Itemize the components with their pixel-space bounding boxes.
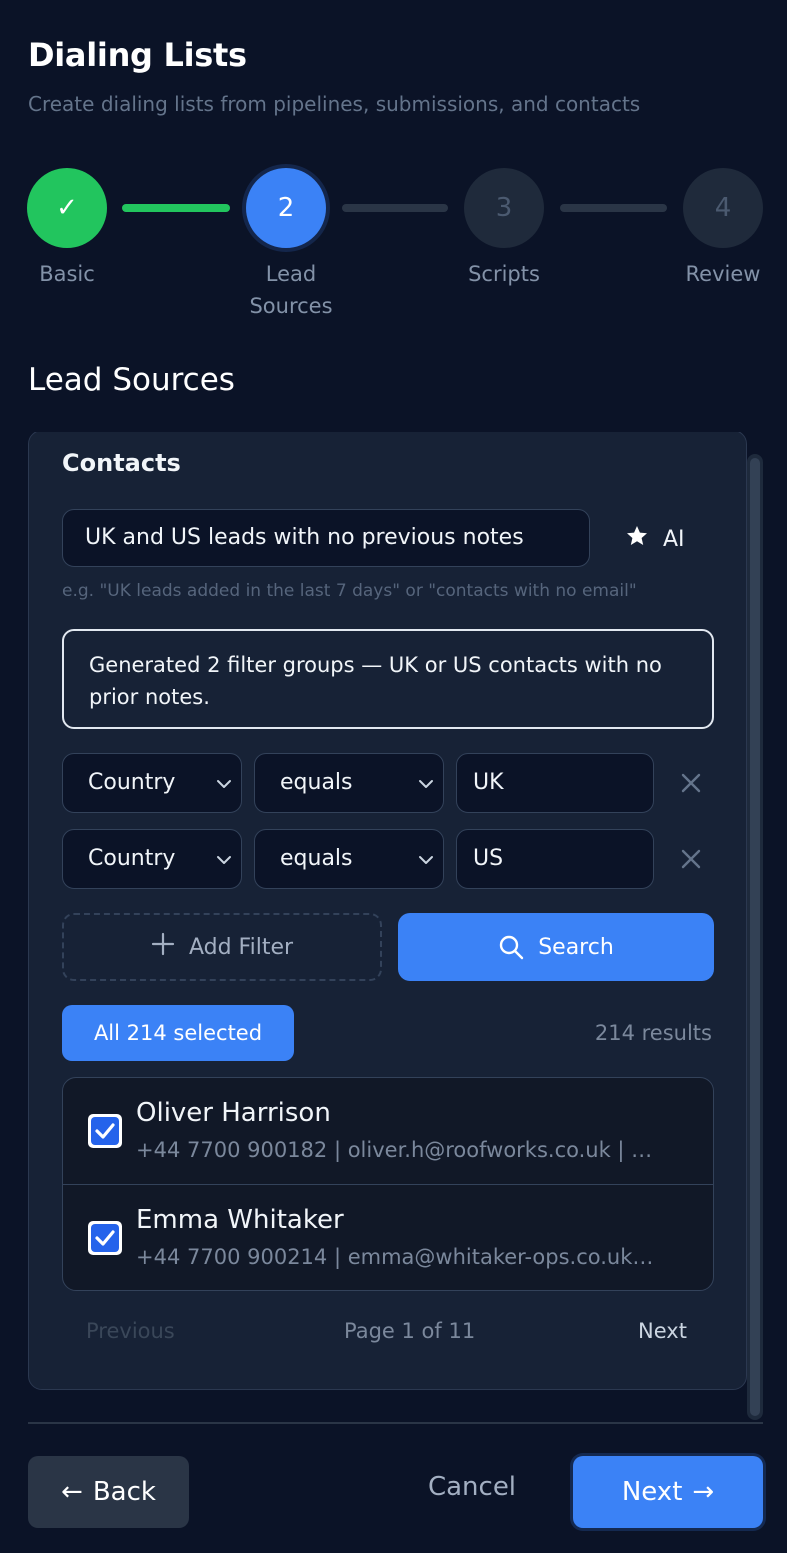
contact-detail: +44 7700 900182 | oliver.h@roofworks.co.… (136, 1138, 653, 1162)
chevron-down-icon (217, 780, 231, 788)
back-button[interactable]: ← Back (28, 1456, 189, 1528)
add-filter-label: Add Filter (188, 934, 294, 960)
footer-divider (28, 1422, 763, 1424)
stepper: ✓ 2 3 4 Basic Lead Sources Scripts Revie… (0, 0, 787, 330)
chevron-down-icon (419, 780, 433, 788)
step-number: 4 (714, 193, 732, 223)
filter-operator-select[interactable]: equals (254, 753, 444, 813)
step-basic-circle[interactable]: ✓ (27, 168, 107, 248)
ai-summary: Generated 2 filter groups — UK or US con… (62, 629, 714, 729)
step-connector-2 (342, 204, 448, 212)
step-scripts-circle[interactable]: 3 (464, 168, 544, 248)
section-title: Lead Sources (28, 362, 235, 398)
close-icon[interactable] (677, 769, 705, 797)
filter-field-value: Country (88, 846, 176, 871)
back-button-label: Back (92, 1477, 156, 1507)
star-icon (625, 524, 649, 554)
pager-previous-button[interactable]: Previous (86, 1319, 175, 1343)
step-number: 2 (277, 193, 295, 223)
contact-checkbox[interactable] (88, 1114, 122, 1148)
close-icon[interactable] (677, 845, 705, 873)
chevron-down-icon (217, 856, 231, 864)
step-label-basic: Basic (39, 262, 95, 286)
results-list: Oliver Harrison +44 7700 900182 | oliver… (62, 1077, 714, 1291)
checkbox-fill (91, 1224, 119, 1252)
ai-query-input[interactable]: UK and US leads with no previous notes (62, 509, 590, 567)
check-icon: ✓ (56, 193, 78, 223)
chevron-down-icon (419, 856, 433, 864)
filter-value-input[interactable]: UK (456, 753, 654, 813)
step-connector-1 (122, 204, 230, 212)
step-review-circle[interactable]: 4 (683, 168, 763, 248)
search-icon (500, 935, 524, 960)
filter-operator-value: equals (280, 770, 353, 795)
step-connector-3 (560, 204, 667, 212)
step-label-review: Review (685, 262, 761, 286)
search-button[interactable]: Search (398, 913, 714, 981)
plus-icon (151, 932, 175, 962)
ai-query-hint: e.g. "UK leads added in the last 7 days"… (62, 581, 637, 601)
scrollbar-thumb[interactable] (750, 458, 760, 1416)
arrow-right-icon: → (692, 1477, 715, 1507)
contact-checkbox[interactable] (88, 1221, 122, 1255)
step-lead-sources-circle[interactable]: 2 (246, 168, 326, 248)
filter-value-input[interactable]: US (456, 829, 654, 889)
filter-field-select[interactable]: Country (62, 753, 242, 813)
lead-sources-scroll-area: Contacts UK and US leads with no previou… (28, 432, 763, 1422)
filter-operator-select[interactable]: equals (254, 829, 444, 889)
contacts-card: Contacts UK and US leads with no previou… (28, 432, 747, 1390)
filter-field-value: Country (88, 770, 176, 795)
arrow-left-icon: ← (61, 1477, 83, 1507)
next-button[interactable]: Next → (573, 1456, 763, 1528)
results-count: 214 results (594, 1021, 712, 1045)
pager-page-indicator: Page 1 of 11 (344, 1319, 476, 1343)
step-number: 3 (495, 193, 513, 223)
filter-row: Country equals US (62, 829, 714, 889)
ai-button[interactable]: AI (625, 517, 685, 561)
filter-field-select[interactable]: Country (62, 829, 242, 889)
checkbox-fill (91, 1117, 119, 1145)
contact-detail: +44 7700 900214 | emma@whitaker-ops.co.u… (136, 1245, 654, 1269)
step-label-scripts: Scripts (468, 262, 540, 286)
list-item[interactable]: Oliver Harrison +44 7700 900182 | oliver… (63, 1078, 713, 1184)
step-label-lead-sources: Lead Sources (249, 262, 333, 318)
contact-name: Oliver Harrison (136, 1098, 331, 1128)
select-all-toggle[interactable]: All 214 selected (62, 1005, 294, 1061)
check-icon (95, 1123, 115, 1139)
filter-operator-value: equals (280, 846, 353, 871)
list-item[interactable]: Emma Whitaker +44 7700 900214 | emma@whi… (63, 1184, 713, 1290)
cancel-button[interactable]: Cancel (410, 1472, 534, 1512)
pager-next-button[interactable]: Next (638, 1319, 687, 1343)
contact-name: Emma Whitaker (136, 1205, 344, 1235)
check-icon (95, 1230, 115, 1246)
scrollbar[interactable] (747, 454, 763, 1420)
contacts-title: Contacts (62, 449, 181, 477)
filter-row: Country equals UK (62, 753, 714, 813)
search-button-label: Search (538, 934, 614, 960)
ai-button-label: AI (663, 526, 685, 552)
add-filter-button[interactable]: Add Filter (62, 913, 382, 981)
next-button-label: Next (621, 1477, 683, 1507)
